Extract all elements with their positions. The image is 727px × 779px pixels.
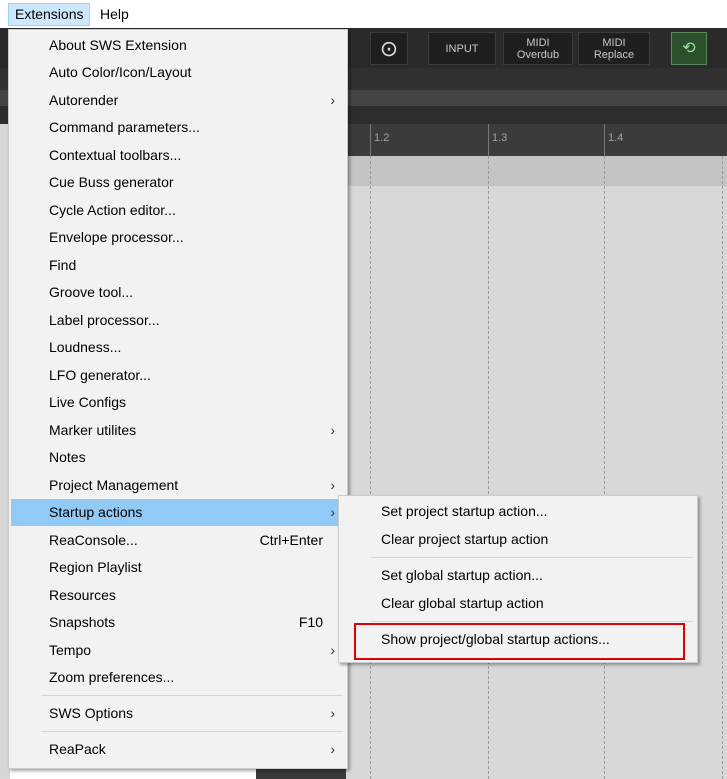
menu-item-live-configs[interactable]: Live Configs xyxy=(11,389,345,416)
midi-replace-button[interactable]: MIDI Replace xyxy=(578,32,650,65)
chevron-right-icon: › xyxy=(330,741,335,757)
menu-item-cue-buss[interactable]: Cue Buss generator xyxy=(11,169,345,196)
menu-item-marker-utilities[interactable]: Marker utilites › xyxy=(11,417,345,444)
menu-separator xyxy=(41,731,343,732)
submenu-item-clear-global-startup[interactable]: Clear global startup action xyxy=(341,590,695,617)
chevron-right-icon: › xyxy=(330,705,335,721)
menu-item-tempo[interactable]: Tempo › xyxy=(11,637,345,664)
submenu-item-clear-project-startup[interactable]: Clear project startup action xyxy=(341,526,695,553)
auto-crossfade-icon[interactable]: ⟲ xyxy=(671,32,707,65)
menu-help[interactable]: Help xyxy=(94,4,135,25)
menu-bar: Extensions Help xyxy=(0,0,727,28)
menu-item-project-management[interactable]: Project Management › xyxy=(11,472,345,499)
chevron-right-icon: › xyxy=(330,422,335,438)
menu-item-lfo-generator[interactable]: LFO generator... xyxy=(11,362,345,389)
menu-item-snapshots[interactable]: Snapshots F10 xyxy=(11,609,345,636)
menu-extensions[interactable]: Extensions xyxy=(8,3,91,26)
arrange-view[interactable] xyxy=(344,156,727,779)
menu-item-region-playlist[interactable]: Region Playlist xyxy=(11,554,345,581)
menu-item-cycle-action[interactable]: Cycle Action editor... xyxy=(11,197,345,224)
menu-item-about-sws[interactable]: About SWS Extension xyxy=(11,32,345,59)
menu-item-autorender[interactable]: Autorender › xyxy=(11,87,345,114)
midi-overdub-button[interactable]: MIDI Overdub xyxy=(503,32,573,65)
menu-item-sws-options[interactable]: SWS Options › xyxy=(11,700,345,727)
ruler-mark: 1.2 xyxy=(374,132,390,144)
submenu-item-set-global-startup[interactable]: Set global startup action... xyxy=(341,562,695,589)
menu-item-reaconsole[interactable]: ReaConsole... Ctrl+Enter xyxy=(11,527,345,554)
callout-highlight-box xyxy=(354,623,685,660)
menu-separator xyxy=(371,557,693,558)
shortcut-label: F10 xyxy=(298,614,323,630)
extensions-menu: About SWS Extension Auto Color/Icon/Layo… xyxy=(8,29,348,769)
menu-item-groove-tool[interactable]: Groove tool... xyxy=(11,279,345,306)
menu-separator xyxy=(371,621,693,622)
timeline-ruler[interactable]: 1.2 1.3 1.4 xyxy=(344,124,727,156)
menu-item-resources[interactable]: Resources xyxy=(11,582,345,609)
menu-item-find[interactable]: Find xyxy=(11,252,345,279)
menu-item-label-processor[interactable]: Label processor... xyxy=(11,307,345,334)
menu-item-reapack[interactable]: ReaPack › xyxy=(11,736,345,763)
menu-item-auto-color[interactable]: Auto Color/Icon/Layout xyxy=(11,59,345,86)
menu-item-startup-actions[interactable]: Startup actions › xyxy=(11,499,345,526)
menu-item-contextual-toolbars[interactable]: Contextual toolbars... xyxy=(11,142,345,169)
menu-item-loudness[interactable]: Loudness... xyxy=(11,334,345,361)
menu-item-command-parameters[interactable]: Command parameters... xyxy=(11,114,345,141)
metronome-icon[interactable]: ⊙ xyxy=(370,32,408,65)
chevron-right-icon: › xyxy=(330,477,335,493)
menu-separator xyxy=(41,695,343,696)
menu-item-notes[interactable]: Notes xyxy=(11,444,345,471)
ruler-mark: 1.4 xyxy=(608,132,624,144)
chevron-right-icon: › xyxy=(330,504,335,520)
chevron-right-icon: › xyxy=(330,642,335,658)
submenu-item-set-project-startup[interactable]: Set project startup action... xyxy=(341,498,695,525)
menu-item-zoom-preferences[interactable]: Zoom preferences... xyxy=(11,664,345,691)
ruler-mark: 1.3 xyxy=(492,132,508,144)
chevron-right-icon: › xyxy=(330,92,335,108)
track-lane xyxy=(344,156,727,186)
menu-item-envelope-processor[interactable]: Envelope processor... xyxy=(11,224,345,251)
input-button[interactable]: INPUT xyxy=(428,32,496,65)
shortcut-label: Ctrl+Enter xyxy=(259,532,323,548)
